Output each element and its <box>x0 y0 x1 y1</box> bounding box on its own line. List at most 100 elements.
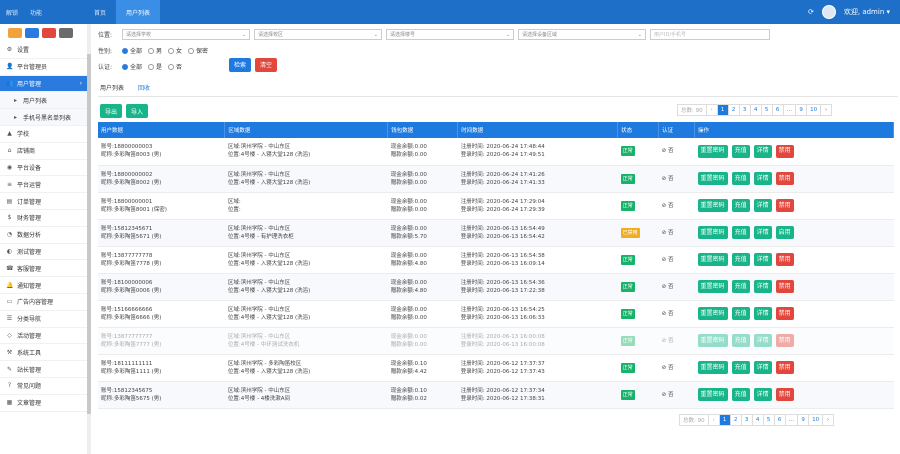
disable-button[interactable]: 禁用 <box>775 307 794 320</box>
sidebar-item[interactable]: ▸ 用户列表 <box>0 92 87 110</box>
recharge-button[interactable]: 充值 <box>731 334 750 347</box>
sidebar-item[interactable]: 👤 平台管理员 <box>0 59 87 76</box>
details-button[interactable]: 详情 <box>753 361 772 374</box>
sidebar-item[interactable]: ? 常见问题 <box>0 378 87 395</box>
sidebar-item[interactable]: ▭ 广告内容管理 <box>0 294 87 311</box>
reset-button[interactable]: 清空 <box>255 57 278 72</box>
sidebar-item[interactable]: ◇ 活动管理 <box>0 328 87 345</box>
reset-password-button[interactable]: 重置密码 <box>697 172 728 185</box>
disable-button[interactable]: 禁用 <box>775 280 794 293</box>
verify-radio[interactable]: 全部 <box>122 62 142 71</box>
reset-password-button[interactable]: 重置密码 <box>697 334 728 347</box>
sidebar-item[interactable]: ▤ 订单管理 <box>0 193 87 210</box>
pager-page[interactable]: › <box>822 414 835 426</box>
sidebar-item[interactable]: ☰ 分类导航 <box>0 311 87 328</box>
sidebar-item[interactable]: ▸ 手机号黑名单列表 <box>0 109 87 126</box>
reset-password-button[interactable]: 重置密码 <box>697 388 728 401</box>
ops-cell[interactable]: 重置密码 充值 详情 禁用 <box>694 300 894 328</box>
details-button[interactable]: 详情 <box>753 172 772 185</box>
sidebar-item[interactable]: ≡ 平台运营 <box>0 176 87 194</box>
enable-button[interactable]: 启用 <box>775 226 794 239</box>
details-button[interactable]: 详情 <box>753 334 772 347</box>
details-button[interactable]: 详情 <box>753 253 772 266</box>
sidebar-quick-button[interactable] <box>25 28 39 38</box>
sidebar-quick-button[interactable] <box>42 28 56 38</box>
campus-select[interactable]: 请选择校区 ⌄ <box>254 29 382 40</box>
pager-page[interactable]: › <box>820 104 833 116</box>
tab-home[interactable]: 首页 <box>84 0 116 24</box>
tab-user-list[interactable]: 用户列表 <box>116 0 161 24</box>
search-input[interactable]: 用户ID/手机号 <box>650 29 770 40</box>
disable-button[interactable]: 禁用 <box>775 253 794 266</box>
device-area-select[interactable]: 请选择设备区域 ⌄ <box>518 29 646 40</box>
search-button[interactable]: 检索 <box>229 57 252 72</box>
details-button[interactable]: 详情 <box>753 307 772 320</box>
sidebar-item[interactable]: ◐ 测试管理 <box>0 244 87 261</box>
import-button[interactable]: 导入 <box>126 104 149 118</box>
pager-page[interactable]: 10 <box>806 104 822 116</box>
recharge-button[interactable]: 充值 <box>731 226 750 239</box>
reset-password-button[interactable]: 重置密码 <box>697 253 728 266</box>
recharge-button[interactable]: 充值 <box>731 144 750 158</box>
sidebar-item[interactable]: ◔ 数据分析 <box>0 227 87 244</box>
details-button[interactable]: 详情 <box>753 388 772 401</box>
export-button[interactable]: 导出 <box>100 104 123 118</box>
school-select[interactable]: 请选择学校 ⌄ <box>122 29 250 40</box>
details-button[interactable]: 详情 <box>753 144 772 158</box>
sidebar-item[interactable]: 🔔 通知管理 <box>0 277 87 294</box>
sidebar-quick-button[interactable] <box>8 28 22 38</box>
gender-radio[interactable]: 男 <box>148 46 162 55</box>
sidebar-item[interactable]: ✎ 站长管理 <box>0 361 87 378</box>
sidebar-item[interactable]: ◉ 平台设备 <box>0 160 87 177</box>
recharge-button[interactable]: 充值 <box>731 172 750 185</box>
subtab-user-list[interactable]: 用户列表 <box>100 83 124 92</box>
recharge-button[interactable]: 充值 <box>731 280 750 293</box>
recharge-button[interactable]: 充值 <box>731 388 750 401</box>
avatar[interactable] <box>821 5 836 19</box>
reset-password-button[interactable]: 重置密码 <box>697 307 728 320</box>
ops-cell[interactable]: 重置密码 充值 详情 禁用 <box>694 354 894 382</box>
sidebar-item[interactable]: ⚙ 设置 <box>0 42 87 59</box>
sidebar-item[interactable]: ▦ 文章管理 <box>0 395 87 412</box>
subtab-recycle[interactable]: 回收 <box>138 83 150 92</box>
sidebar-item[interactable]: $ 财务管理 <box>0 210 87 227</box>
reset-password-button[interactable]: 重置密码 <box>697 361 728 374</box>
disable-button[interactable]: 禁用 <box>775 144 794 158</box>
scroll-thumb[interactable] <box>87 54 91 414</box>
ops-cell[interactable]: 重置密码 充值 详情 禁用 <box>694 138 894 166</box>
disable-button[interactable]: 禁用 <box>775 172 794 185</box>
reset-password-button[interactable]: 重置密码 <box>697 144 728 158</box>
ops-cell[interactable]: 重置密码 充值 详情 禁用 <box>694 273 894 301</box>
pager-page[interactable]: … <box>784 414 799 426</box>
pager-page[interactable]: … <box>782 104 797 116</box>
sidebar-item[interactable]: 👥 用户管理 › <box>0 75 87 93</box>
recharge-button[interactable]: 充值 <box>731 307 750 320</box>
sidebar-quick-button[interactable] <box>59 28 73 38</box>
recharge-button[interactable]: 充值 <box>731 361 750 374</box>
recharge-button[interactable]: 充值 <box>731 253 750 266</box>
ops-cell[interactable]: 重置密码 充值 详情 禁用 <box>694 327 894 355</box>
reset-password-button[interactable]: 重置密码 <box>697 226 728 239</box>
pager-page[interactable]: 10 <box>808 414 824 426</box>
recharge-button[interactable]: 充值 <box>731 199 750 212</box>
details-button[interactable]: 详情 <box>753 199 772 212</box>
reset-password-button[interactable]: 重置密码 <box>697 199 728 212</box>
verify-radio[interactable]: 否 <box>168 62 182 71</box>
sidebar-item[interactable]: ⚒ 系统工具 <box>0 344 87 362</box>
gender-radio[interactable]: 保密 <box>188 46 208 55</box>
disable-button[interactable]: 禁用 <box>775 334 794 347</box>
sidebar-item[interactable]: ⌂ 店铺商 <box>0 143 87 160</box>
building-select[interactable]: 请选择楼号 ⌄ <box>386 29 514 40</box>
sidebar-scrollbar[interactable] <box>87 24 91 454</box>
sidebar-item[interactable]: ▲ 学校 <box>0 126 87 143</box>
disable-button[interactable]: 禁用 <box>775 361 794 374</box>
ops-cell[interactable]: 重置密码 充值 详情 禁用 <box>694 381 894 409</box>
details-button[interactable]: 详情 <box>753 280 772 293</box>
sidebar-item[interactable]: ☎ 客服管理 <box>0 260 87 278</box>
refresh-icon[interactable]: ⟳ <box>808 8 814 16</box>
user-menu[interactable]: 欢迎, admin ▾ <box>844 7 890 17</box>
verify-radio[interactable]: 是 <box>148 62 162 71</box>
gender-radio[interactable]: 女 <box>168 46 182 55</box>
details-button[interactable]: 详情 <box>753 226 772 239</box>
ops-cell[interactable]: 重置密码 充值 详情 禁用 <box>694 246 894 274</box>
